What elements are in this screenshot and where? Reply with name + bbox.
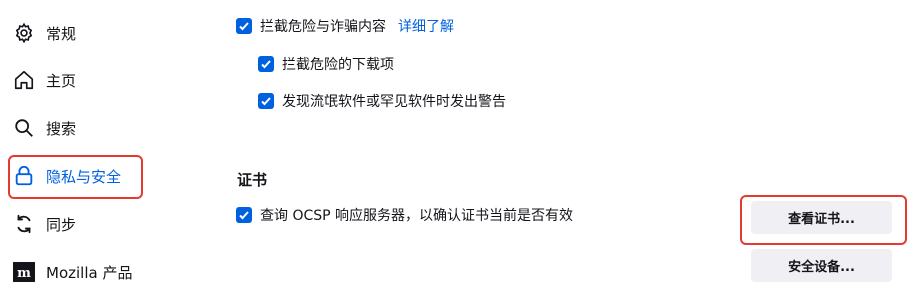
warn-unwanted-row: 发现流氓软件或罕见软件时发出警告 — [258, 91, 506, 111]
sidebar-item-sync[interactable]: 同步 — [12, 204, 76, 244]
sidebar-item-label: 隐私与安全 — [46, 167, 122, 186]
sidebar-item-label: Mozilla 产品 — [46, 263, 133, 282]
block-downloads-label: 拦截危险的下载项 — [282, 57, 394, 73]
sidebar-item-label: 搜索 — [46, 119, 77, 138]
ocsp-checkbox[interactable] — [236, 207, 252, 223]
sidebar-item-mozilla[interactable]: m Mozilla 产品 — [12, 252, 132, 292]
security-devices-button[interactable]: 安全设备... — [751, 249, 892, 282]
sidebar-item-label: 主页 — [46, 71, 77, 90]
block-downloads-row: 拦截危险的下载项 — [258, 54, 394, 74]
home-icon — [12, 68, 36, 92]
sidebar-item-privacy[interactable]: 隐私与安全 — [12, 156, 121, 196]
ocsp-label: 查询 OCSP 响应服务器，以确认证书当前是否有效 — [260, 208, 574, 224]
sync-icon — [12, 212, 36, 236]
block-downloads-checkbox[interactable] — [258, 56, 274, 72]
certificates-title: 证书 — [237, 171, 268, 189]
search-icon — [12, 116, 36, 140]
warn-unwanted-checkbox[interactable] — [258, 93, 274, 109]
ocsp-row: 查询 OCSP 响应服务器，以确认证书当前是否有效 — [236, 205, 573, 225]
view-certificates-button[interactable]: 查看证书... — [751, 201, 892, 234]
svg-text:m: m — [17, 266, 31, 281]
warn-unwanted-label: 发现流氓软件或罕见软件时发出警告 — [282, 94, 506, 110]
mozilla-icon: m — [12, 260, 36, 284]
block-dangerous-checkbox[interactable] — [236, 18, 252, 34]
block-dangerous-row: 拦截危险与诈骗内容 详细了解 — [236, 16, 454, 36]
sidebar-item-label: 同步 — [46, 215, 77, 234]
sidebar-item-general[interactable]: 常规 — [12, 13, 76, 53]
lock-icon — [12, 164, 36, 188]
sidebar-item-search[interactable]: 搜索 — [12, 108, 76, 148]
sidebar-item-label: 常规 — [46, 24, 77, 43]
sidebar-item-home[interactable]: 主页 — [12, 60, 76, 100]
learn-more-link[interactable]: 详细了解 — [398, 16, 454, 36]
gear-icon — [12, 21, 36, 45]
block-dangerous-label: 拦截危险与诈骗内容 — [260, 19, 386, 35]
